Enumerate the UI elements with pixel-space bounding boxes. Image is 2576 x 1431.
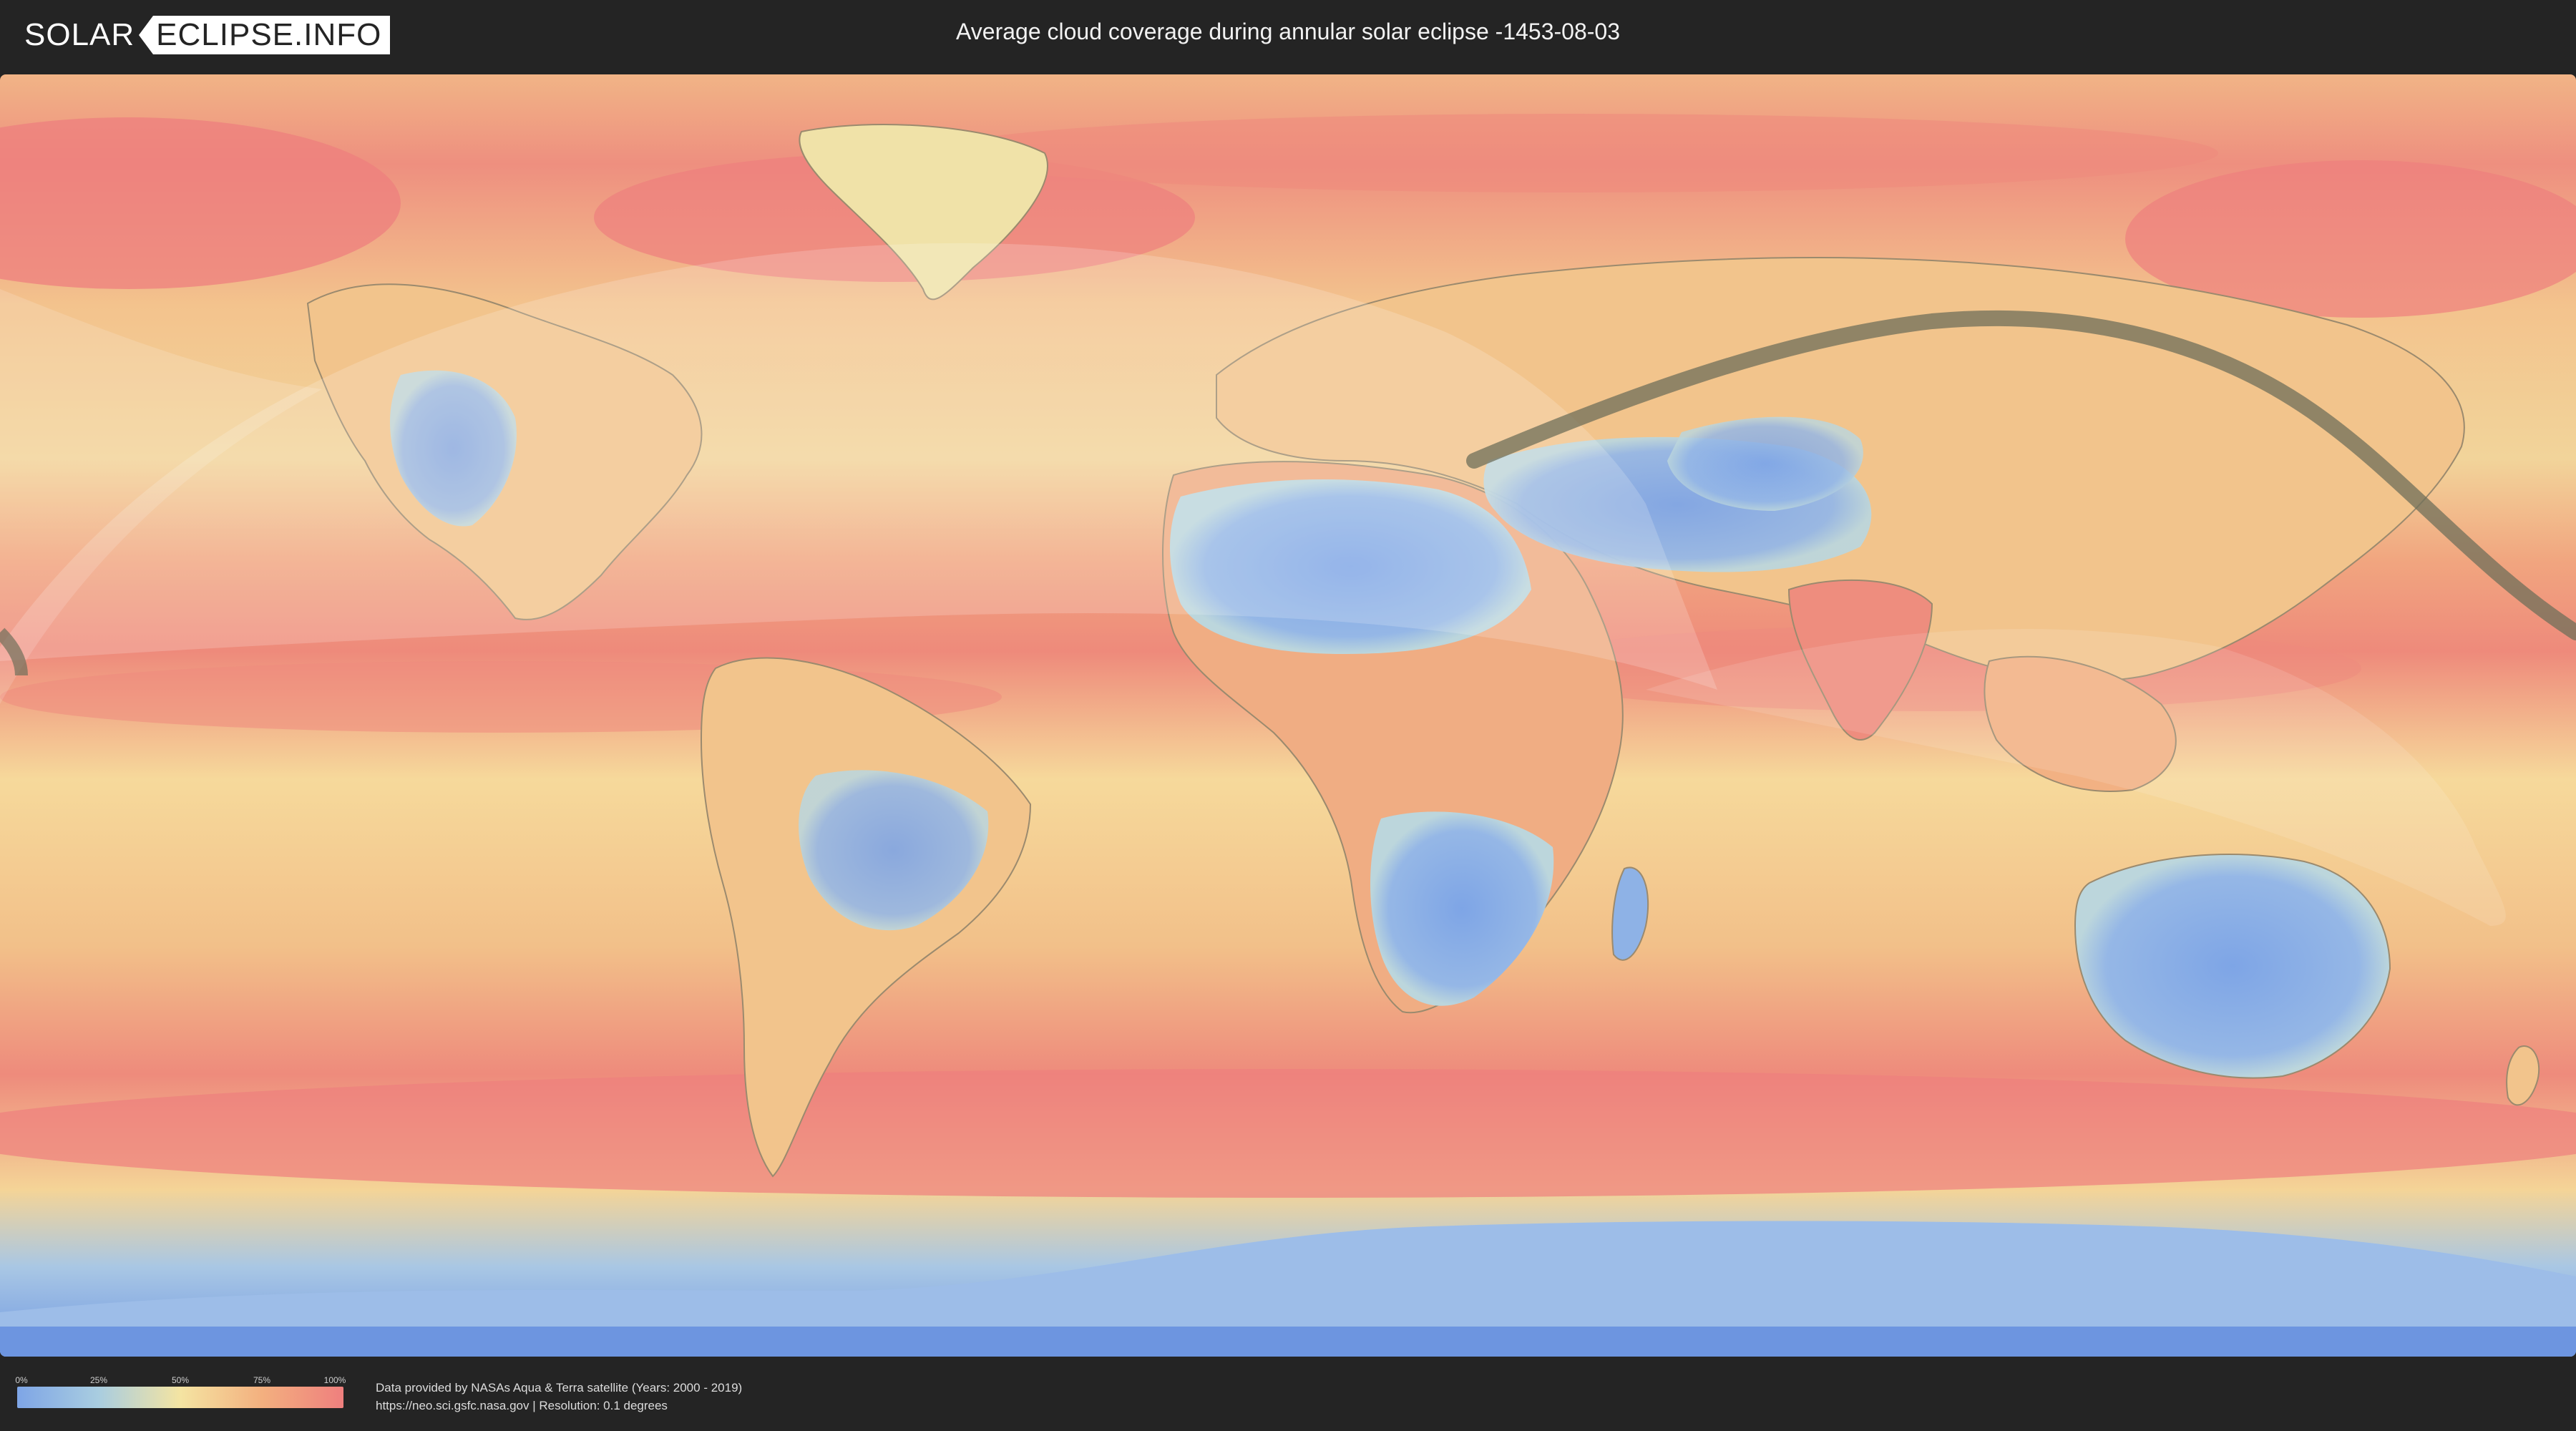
cloud-band-southern-ocean [0, 1069, 2576, 1198]
page-title: Average cloud coverage during annular so… [956, 19, 1620, 44]
cloud-band-arctic [930, 114, 2218, 192]
legend-tick-25: 25% [89, 1375, 108, 1385]
data-credit: Data provided by NASAs Aqua & Terra sate… [376, 1379, 742, 1415]
map-svg [0, 74, 2576, 1357]
credit-line-source: Data provided by NASAs Aqua & Terra sate… [376, 1381, 743, 1395]
header-bar: SOLAR ECLIPSE.INFO Average cloud coverag… [0, 0, 2576, 72]
legend-color-bar [17, 1387, 343, 1408]
antarctica-edge [0, 1327, 2576, 1357]
legend-tick-0: 0% [15, 1375, 28, 1385]
credit-line-url[interactable]: https://neo.sci.gsfc.nasa.gov | Resoluti… [376, 1397, 742, 1415]
legend-tick-50: 50% [171, 1375, 190, 1385]
legend-tick-75: 75% [253, 1375, 271, 1385]
legend-tick-100: 100% [323, 1375, 346, 1385]
cloud-coverage-legend: 0% 25% 50% 75% 100% [15, 1375, 346, 1408]
legend-ticks: 0% 25% 50% 75% 100% [15, 1375, 346, 1387]
cloud-coverage-map[interactable] [0, 74, 2576, 1357]
